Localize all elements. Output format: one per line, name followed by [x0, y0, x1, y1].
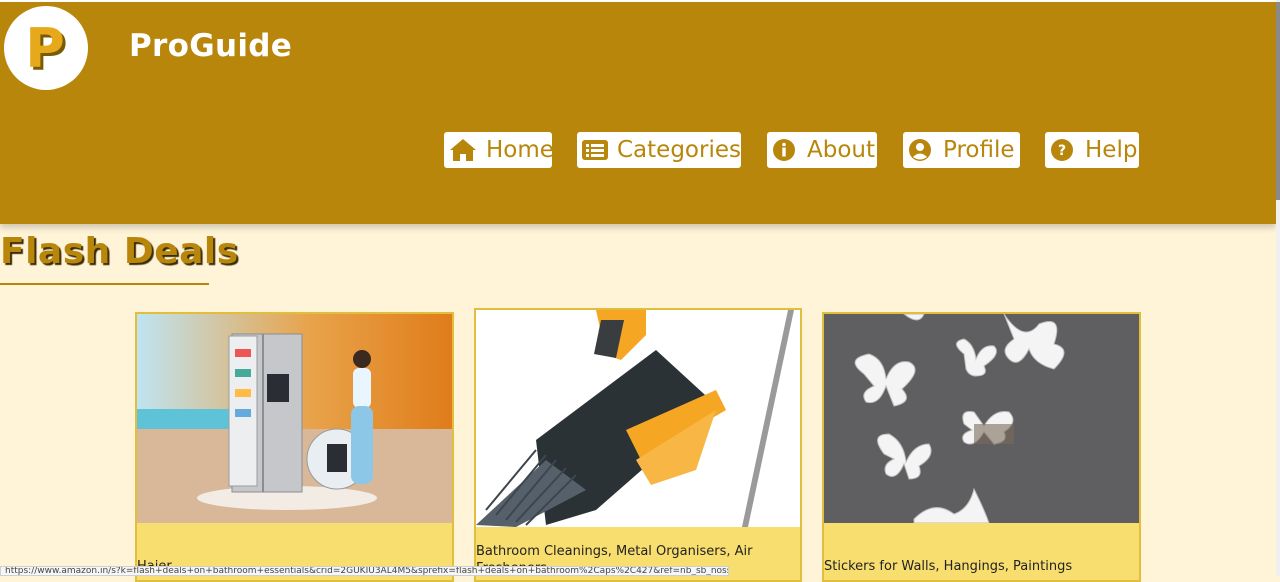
- svg-text:P: P: [25, 17, 65, 80]
- nav-profile-button[interactable]: Profile: [903, 132, 1020, 168]
- nav-about-label: About: [807, 137, 876, 163]
- nav-home-label: Home: [486, 137, 554, 163]
- deal-card[interactable]: Stickers for Walls, Hangings, Paintings: [822, 312, 1141, 582]
- section-title: Flash Deals: [0, 231, 239, 272]
- nav-about-button[interactable]: About: [767, 132, 877, 168]
- nav-categories-label: Categories: [617, 137, 741, 163]
- page-scrollbar[interactable]: [1276, 0, 1280, 576]
- site-header: P P ProGuide Home Categories About Profi…: [0, 2, 1276, 224]
- question-circle-icon: ?: [1051, 139, 1073, 161]
- cleaning-brush-photo: [476, 310, 800, 527]
- info-icon: [773, 139, 795, 161]
- link-status-bar: https://www.amazon.in/s?k=flash+deals+on…: [0, 566, 729, 576]
- nav-home-button[interactable]: Home: [444, 132, 554, 168]
- nav-help-button[interactable]: ? Help: [1045, 132, 1139, 168]
- section-title-underline: [0, 283, 209, 285]
- butterfly-stickers-photo: [824, 314, 1139, 523]
- scrollbar-thumb[interactable]: [1276, 2, 1280, 200]
- deal-card[interactable]: Haier: [135, 312, 454, 582]
- home-icon: [450, 139, 476, 161]
- nav-help-label: Help: [1085, 137, 1138, 163]
- brand-name[interactable]: ProGuide: [129, 28, 292, 64]
- user-circle-icon: [909, 139, 931, 161]
- svg-text:?: ?: [1058, 143, 1066, 159]
- logo[interactable]: P P: [4, 6, 88, 90]
- logo-p-icon: P P: [25, 17, 68, 83]
- list-icon: [582, 140, 608, 160]
- deal-card[interactable]: Bathroom Cleanings, Metal Organisers, Ai…: [474, 308, 802, 582]
- refrigerator-photo: [137, 314, 452, 523]
- deal-card-caption: Stickers for Walls, Hangings, Paintings: [824, 559, 1073, 574]
- nav-profile-label: Profile: [943, 137, 1015, 163]
- nav-categories-button[interactable]: Categories: [577, 132, 741, 168]
